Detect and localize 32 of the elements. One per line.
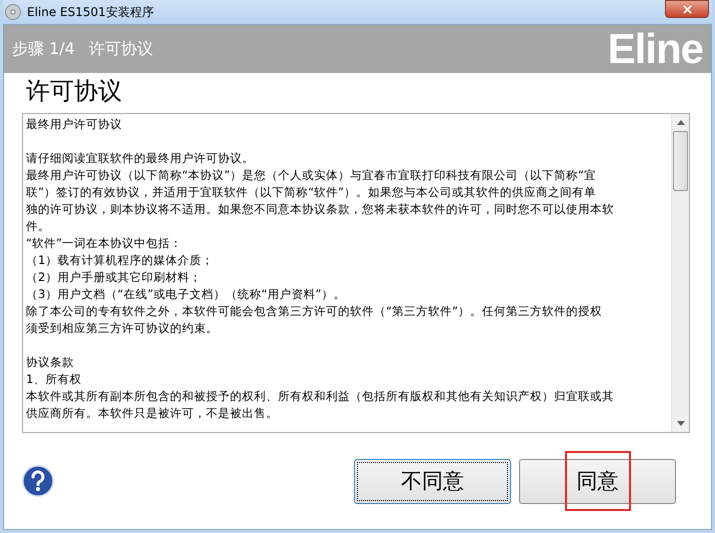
step-label: 步骤 1/4 — [12, 38, 75, 60]
license-line: 供应商所有。本软件只是被许可，不是被出售。 — [26, 405, 279, 422]
license-line: 1、所有权 — [26, 371, 82, 388]
license-line: （3）用户文档（“在线”或电子文档）（统称“用户资料”）。 — [26, 286, 346, 303]
scroll-down-icon[interactable] — [676, 421, 684, 426]
license-line: 联”）签订的有效协议，并适用于宜联软件（以下简称“软件”）。如果您与本公司或其软件的供应商之间有单 — [26, 184, 598, 201]
license-line: （2）用户手册或其它印刷材料； — [26, 269, 202, 286]
license-line: 请仔细阅读宜联软件的最终用户许可协议。 — [26, 150, 255, 167]
license-line: 最终用户许可协议 — [26, 116, 123, 133]
license-line: 件。 — [26, 218, 51, 235]
license-line: 独的许可协议，则本协议将不适用。如果您不同意本协议条款，您将未获本软件的许可，同时您不可以使用本软 — [26, 201, 615, 218]
license-line: （1）载有计算机程序的媒体介质； — [26, 252, 214, 269]
license-line: 除了本公司的专有软件之外，本软件可能会包含第三方许可的软件（“第三方软件”）。任何第三方软件的授权 — [26, 303, 604, 320]
close-icon[interactable] — [682, 4, 692, 14]
license-text-box[interactable] — [22, 113, 690, 433]
license-line: 最终用户许可协议（以下简称“本协议”）是您（个人或实体）与宜春市宜联打印科技有限公司（以下简称“宜 — [26, 167, 598, 184]
dialog-button[interactable]: 不同意 — [354, 458, 511, 504]
close-button[interactable] — [665, 0, 709, 18]
step-title: 许可协议 — [88, 38, 153, 60]
page-title: 许可协议 — [25, 76, 123, 107]
dialog-button[interactable]: 同意 — [519, 458, 676, 504]
window-title: Eline ES1501安装程序 — [27, 4, 154, 20]
license-line: 协议条款 — [26, 354, 75, 371]
license-line: 本软件或其所有副本所包含的和被授予的权利、所有权和利益（包括所有版权和其他有关知识产权）归宜联或其 — [26, 388, 615, 405]
scroll-up-icon[interactable] — [676, 120, 684, 125]
logo: Eline — [608, 28, 703, 70]
license-line: “软件”一词在本协议中包括： — [26, 235, 184, 252]
license-line: 须受到相应第三方许可协议的约束。 — [26, 320, 219, 337]
scrollbar[interactable] — [671, 114, 689, 432]
help-icon[interactable] — [22, 465, 54, 497]
disc-icon — [5, 4, 21, 20]
scroll-thumb[interactable] — [673, 131, 688, 191]
